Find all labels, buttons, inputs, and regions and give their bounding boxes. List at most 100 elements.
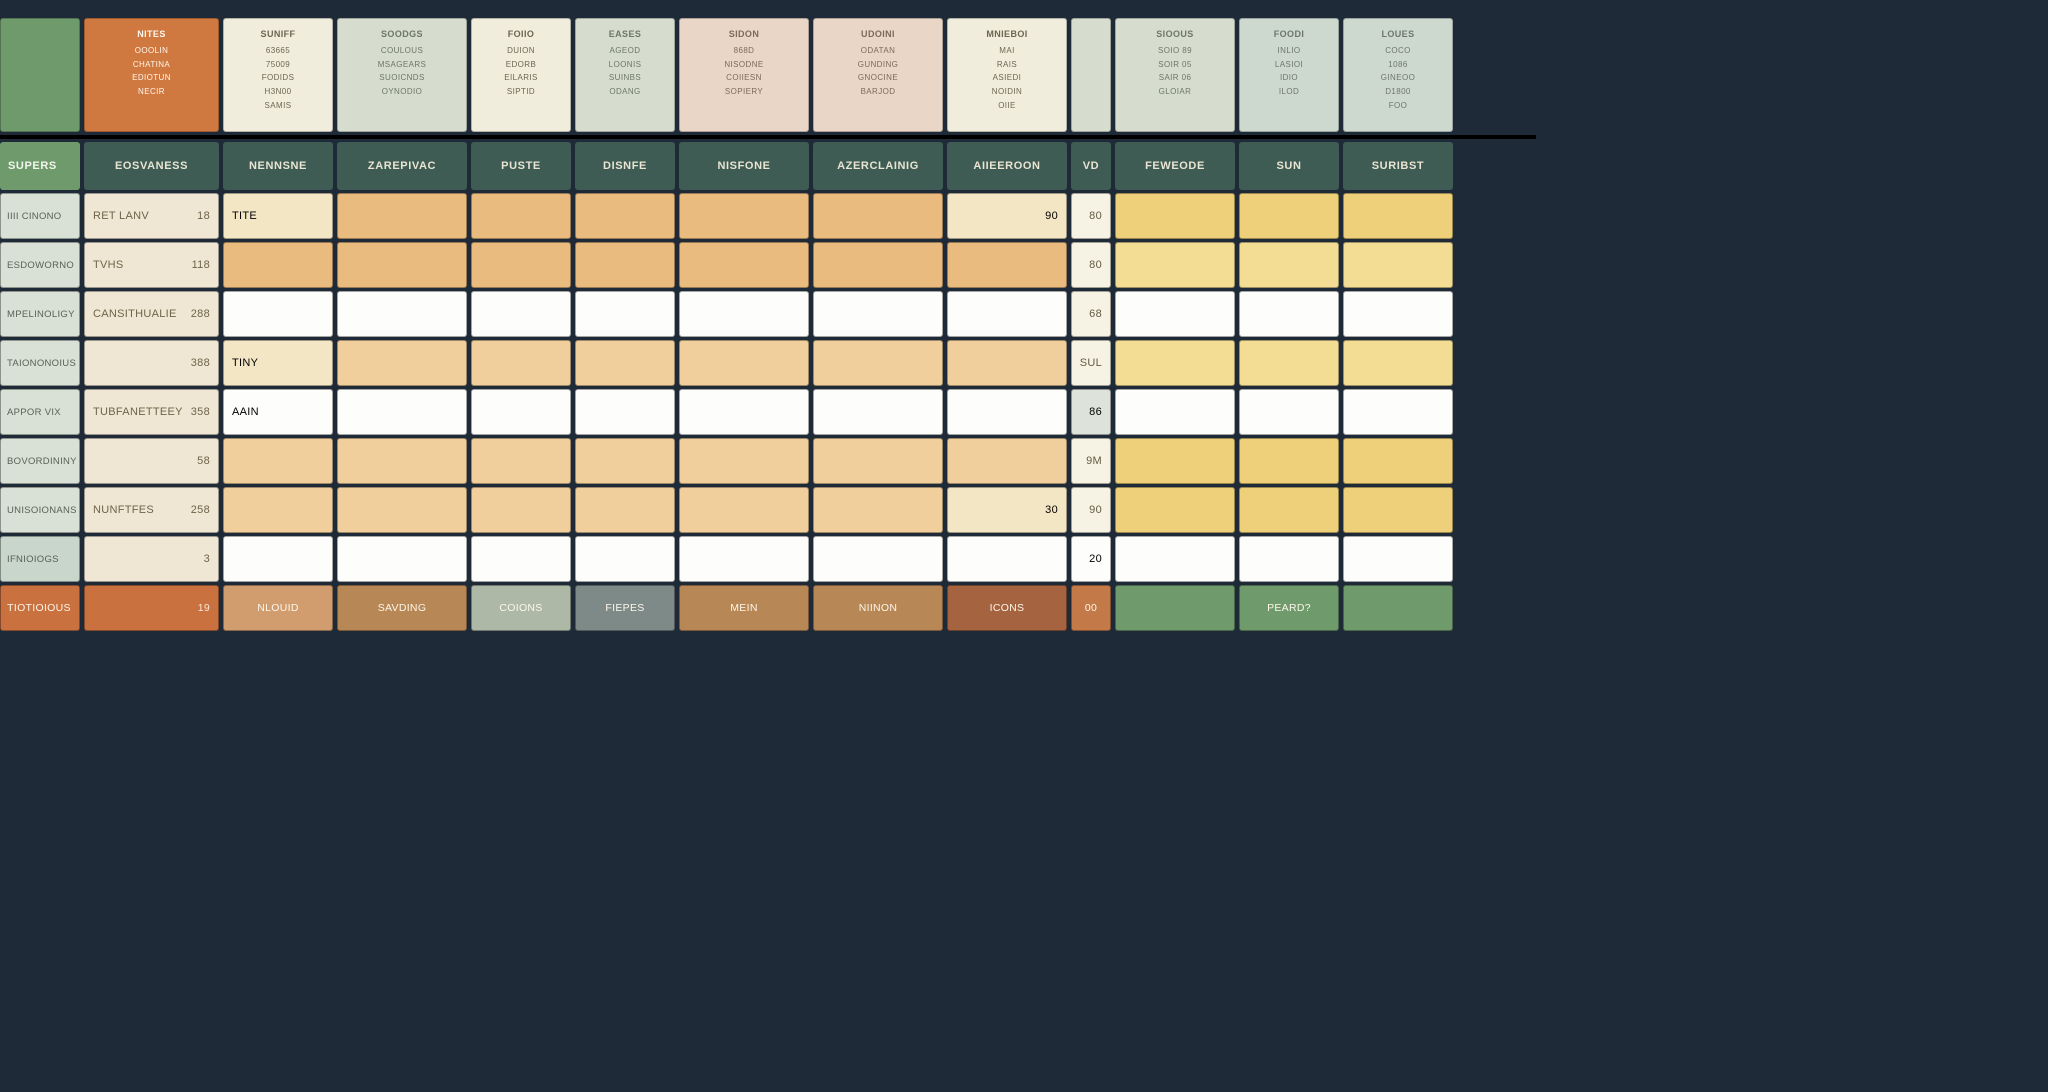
data-cell[interactable] (575, 438, 675, 484)
descriptor-cell[interactable] (1071, 18, 1111, 132)
data-cell[interactable] (1239, 536, 1339, 582)
data-cell[interactable] (947, 291, 1067, 337)
data-cell[interactable] (813, 536, 943, 582)
data-cell[interactable] (1239, 389, 1339, 435)
row-category-cell[interactable]: TUBFANETTEEY358 (84, 389, 219, 435)
data-cell[interactable] (223, 291, 333, 337)
data-cell[interactable] (679, 193, 809, 239)
data-cell[interactable] (813, 242, 943, 288)
data-cell[interactable] (1239, 487, 1339, 533)
data-cell[interactable] (1115, 389, 1235, 435)
data-cell[interactable] (1343, 340, 1453, 386)
descriptor-cell[interactable]: NITESOOOLINCHATINAEDIOTUNNECIR (84, 18, 219, 132)
row-side-label[interactable]: APPOR VIX (0, 389, 80, 435)
data-cell[interactable] (813, 487, 943, 533)
data-cell[interactable]: 80 (1071, 242, 1111, 288)
data-cell[interactable] (471, 193, 571, 239)
descriptor-cell[interactable]: SIOOUSSOIO 89SOIR 05SAIR 06GLOIAR (1115, 18, 1235, 132)
data-cell[interactable]: MEIN (679, 585, 809, 631)
row-side-label[interactable]: BOVORDININY (0, 438, 80, 484)
data-cell[interactable] (1343, 193, 1453, 239)
row-category-cell[interactable]: 3 (84, 536, 219, 582)
header-col[interactable]: ZAREPIVAC (337, 142, 467, 190)
data-cell[interactable] (679, 242, 809, 288)
data-cell[interactable] (471, 291, 571, 337)
descriptor-cell[interactable]: SUNIFF6366575009FODIDSH3N00SAMIS (223, 18, 333, 132)
data-cell[interactable] (1343, 389, 1453, 435)
data-cell[interactable]: FIEPES (575, 585, 675, 631)
data-cell[interactable] (1115, 536, 1235, 582)
data-cell[interactable]: SAVDING (337, 585, 467, 631)
data-cell[interactable] (1343, 585, 1453, 631)
data-cell[interactable] (337, 340, 467, 386)
data-cell[interactable] (1115, 438, 1235, 484)
data-cell[interactable] (223, 536, 333, 582)
descriptor-cell[interactable]: LOUESCOCO1086GINEOOD1800FOO (1343, 18, 1453, 132)
header-col[interactable]: VD (1071, 142, 1111, 190)
header-col[interactable]: AIIEEROON (947, 142, 1067, 190)
data-cell[interactable]: AAIN (223, 389, 333, 435)
header-col[interactable]: AZERCLAINIG (813, 142, 943, 190)
data-cell[interactable]: 90 (1071, 487, 1111, 533)
header-col[interactable]: NISFONE (679, 142, 809, 190)
data-cell[interactable] (813, 193, 943, 239)
data-cell[interactable]: NIINON (813, 585, 943, 631)
data-cell[interactable]: ICONS (947, 585, 1067, 631)
data-cell[interactable] (947, 438, 1067, 484)
data-cell[interactable] (1343, 438, 1453, 484)
data-cell[interactable] (1239, 438, 1339, 484)
row-side-label[interactable]: MPELINOLIGY (0, 291, 80, 337)
descriptor-cell[interactable]: UDOINIODATANGUNDINGGNOCINEBARJOD (813, 18, 943, 132)
descriptor-cell[interactable] (0, 18, 80, 132)
row-side-label[interactable]: IFNIOIOGS (0, 536, 80, 582)
data-cell[interactable]: COIONS (471, 585, 571, 631)
row-category-cell[interactable]: 19 (84, 585, 219, 631)
data-cell[interactable] (679, 389, 809, 435)
data-cell[interactable] (1239, 340, 1339, 386)
data-cell[interactable] (471, 242, 571, 288)
data-cell[interactable] (575, 340, 675, 386)
header-col[interactable]: NENNSNE (223, 142, 333, 190)
data-cell[interactable] (337, 438, 467, 484)
header-col[interactable]: PUSTE (471, 142, 571, 190)
data-cell[interactable] (679, 291, 809, 337)
row-side-label[interactable]: IIII CINONO (0, 193, 80, 239)
row-side-label[interactable]: UNISOIONANS (0, 487, 80, 533)
data-cell[interactable] (223, 487, 333, 533)
data-cell[interactable]: TITE (223, 193, 333, 239)
data-cell[interactable] (1115, 585, 1235, 631)
data-cell[interactable] (575, 193, 675, 239)
row-category-cell[interactable]: NUNFTFES258 (84, 487, 219, 533)
row-category-cell[interactable]: RET LANV18 (84, 193, 219, 239)
row-category-cell[interactable]: TVHS118 (84, 242, 219, 288)
data-cell[interactable] (337, 487, 467, 533)
descriptor-cell[interactable]: EASESAGEODLOONISSUINBSODANG (575, 18, 675, 132)
header-col[interactable]: SURIBST (1343, 142, 1453, 190)
data-cell[interactable] (813, 438, 943, 484)
data-cell[interactable] (223, 438, 333, 484)
row-category-cell[interactable]: CANSITHUALIE288 (84, 291, 219, 337)
data-cell[interactable] (1115, 291, 1235, 337)
data-cell[interactable] (947, 389, 1067, 435)
data-cell[interactable] (1115, 340, 1235, 386)
data-cell[interactable] (1343, 536, 1453, 582)
data-cell[interactable] (337, 242, 467, 288)
data-cell[interactable]: NLOUID (223, 585, 333, 631)
data-cell[interactable] (575, 487, 675, 533)
data-cell[interactable] (471, 340, 571, 386)
data-cell[interactable]: 00 (1071, 585, 1111, 631)
header-col[interactable]: EOSVANESS (84, 142, 219, 190)
data-cell[interactable] (1239, 193, 1339, 239)
header-side[interactable]: SUPERS (0, 142, 80, 190)
data-cell[interactable] (1239, 242, 1339, 288)
descriptor-cell[interactable]: FOIIODUIONEDORBEILARISSIPTID (471, 18, 571, 132)
data-cell[interactable] (575, 536, 675, 582)
data-cell[interactable]: 68 (1071, 291, 1111, 337)
data-cell[interactable] (471, 487, 571, 533)
data-cell[interactable] (575, 389, 675, 435)
data-cell[interactable] (679, 438, 809, 484)
data-cell[interactable] (947, 242, 1067, 288)
data-cell[interactable]: 20 (1071, 536, 1111, 582)
data-cell[interactable] (1343, 487, 1453, 533)
data-cell[interactable] (575, 291, 675, 337)
